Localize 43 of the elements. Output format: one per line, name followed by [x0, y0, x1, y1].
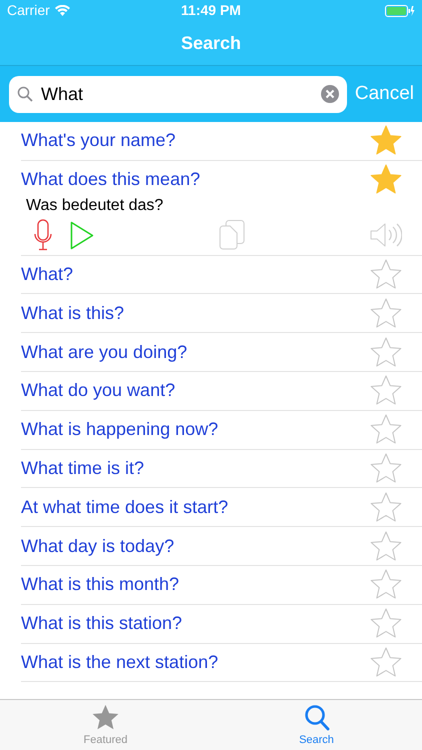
phrase-text[interactable]: What is the next station?: [21, 648, 218, 676]
search-input[interactable]: What: [41, 80, 313, 108]
star-icon[interactable]: [370, 414, 402, 446]
translation-text: Was bedeutet das?: [26, 196, 164, 216]
phrase-text[interactable]: What is happening now?: [21, 416, 218, 444]
star-icon: [91, 704, 120, 732]
star-icon[interactable]: [370, 569, 402, 600]
phrase-text[interactable]: What's your name?: [21, 127, 176, 154]
phrase-text[interactable]: What?: [21, 260, 74, 288]
clock-time: 11:49 PM: [181, 1, 241, 20]
star-icon[interactable]: [370, 336, 402, 368]
phrase-text[interactable]: What is this station?: [21, 610, 182, 638]
phrase-text[interactable]: What does this mean?: [21, 166, 200, 194]
search-icon: [304, 704, 330, 732]
star-icon[interactable]: [370, 375, 402, 406]
star-icon[interactable]: [370, 452, 402, 484]
wifi-icon: [54, 5, 70, 16]
speaker-icon[interactable]: [370, 223, 402, 248]
phrase-text[interactable]: What day is today?: [21, 532, 174, 560]
battery-icon: [385, 4, 415, 16]
phrase-text[interactable]: What do you want?: [21, 377, 176, 404]
play-icon[interactable]: [70, 220, 94, 250]
phrase-text[interactable]: What is this?: [21, 300, 124, 327]
phrase-text[interactable]: What time is it?: [21, 454, 144, 482]
copy-icon[interactable]: [219, 220, 245, 250]
star-icon[interactable]: [370, 608, 402, 640]
screen-title: Search: [180, 32, 242, 54]
clear-icon[interactable]: [320, 85, 339, 103]
phrase-text[interactable]: At what time does it start?: [21, 494, 228, 521]
star-icon[interactable]: [370, 164, 402, 196]
star-icon[interactable]: [370, 298, 402, 329]
star-icon[interactable]: [370, 125, 402, 156]
star-icon[interactable]: [370, 258, 402, 290]
search-icon: [17, 86, 33, 102]
star-icon[interactable]: [370, 530, 402, 562]
microphone-icon[interactable]: [34, 219, 52, 252]
star-icon[interactable]: [370, 492, 402, 523]
phrase-text[interactable]: What is this month?: [21, 571, 180, 598]
phrase-text[interactable]: What are you doing?: [21, 338, 188, 366]
search-bar[interactable]: What: [9, 76, 347, 112]
tab-button[interactable]: Search: [211, 700, 422, 750]
carrier-label: Carrier: [7, 1, 50, 20]
star-icon[interactable]: [370, 646, 402, 678]
